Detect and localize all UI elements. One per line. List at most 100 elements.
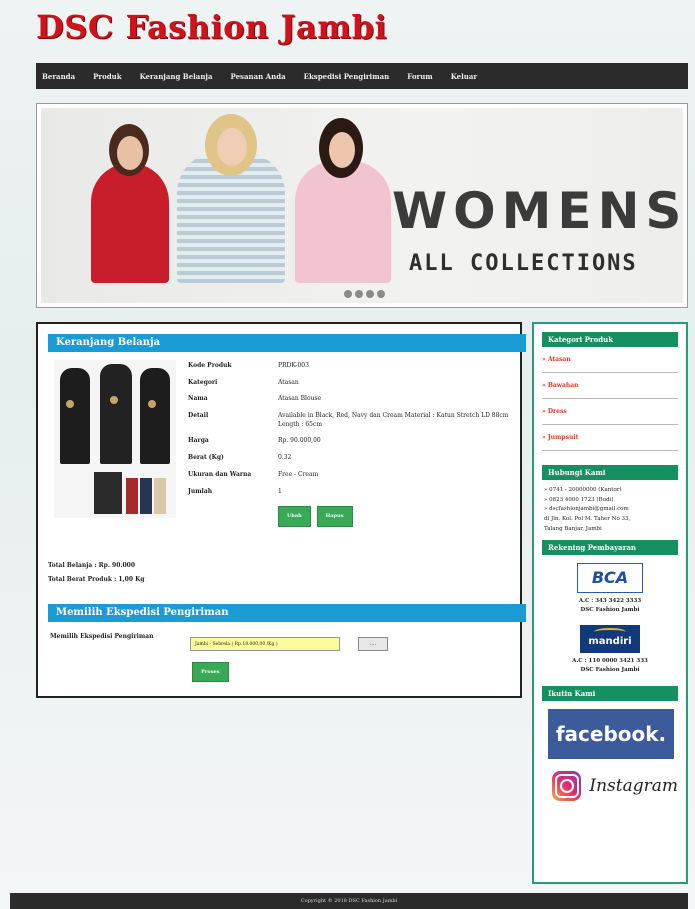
cart-weight-total: Total Berat Produk : 1,00 Kg bbox=[48, 576, 145, 583]
detail-value: Free - Cream bbox=[278, 470, 319, 478]
product-swatch-red bbox=[126, 478, 138, 514]
bca-account: A.C : 343 3422 3333 bbox=[578, 598, 642, 605]
banner-model-red bbox=[91, 163, 169, 283]
edit-button[interactable]: Ubah bbox=[278, 506, 311, 528]
nav-item-forum[interactable]: Forum bbox=[407, 72, 432, 81]
mandiri-logo: mandiri bbox=[580, 624, 640, 653]
nav-item-keluar[interactable]: Keluar bbox=[451, 72, 477, 81]
main-nav: Beranda Produk Keranjang Belanja Pesanan… bbox=[36, 63, 688, 89]
product-pattern bbox=[148, 400, 156, 408]
detail-value: 0.32 bbox=[278, 454, 292, 462]
mandiri-account-name: DSC Fashion Jambi bbox=[580, 666, 640, 673]
banner-model-pink-face bbox=[329, 132, 355, 168]
detail-value: Atasan bbox=[278, 378, 299, 386]
shipping-field-label: Memilih Ekspedisi Pengiriman bbox=[50, 633, 154, 640]
category-atasan[interactable]: » Atasan bbox=[542, 347, 678, 373]
category-bawahan[interactable]: » Bawahan bbox=[542, 373, 678, 399]
instagram-link[interactable]: Instagram bbox=[552, 769, 678, 803]
banner-headline: WOMENS bbox=[392, 182, 688, 240]
cart-actions: Ubah Hapus bbox=[188, 506, 518, 528]
detail-label: Detail bbox=[188, 412, 209, 420]
detail-label: Harga bbox=[188, 437, 209, 445]
detail-value: Atasan Blouse bbox=[278, 395, 322, 403]
product-figure-2 bbox=[100, 364, 132, 464]
shipping-browse-button[interactable]: .... bbox=[358, 637, 388, 651]
detail-label: Ukuran dan Warna bbox=[188, 470, 252, 478]
site-logo[interactable]: DSC Fashion Jambi bbox=[36, 8, 387, 46]
product-swatch-navy bbox=[140, 478, 152, 514]
bank-bca: BCA A.C : 343 3422 3333 DSC Fashion Jamb… bbox=[534, 563, 686, 615]
detail-label: Jumlah bbox=[188, 487, 213, 495]
banner-model-pink bbox=[295, 161, 391, 283]
nav-item-produk[interactable]: Produk bbox=[93, 72, 121, 81]
detail-row: Detail Available in Black, Red, Navy dan … bbox=[188, 412, 518, 429]
detail-row: Harga Rp. 90.000,00 bbox=[188, 437, 518, 446]
follow-title: Ikutin Kami bbox=[542, 686, 678, 702]
detail-label: Kategori bbox=[188, 378, 218, 386]
slider-dot-4[interactable] bbox=[377, 290, 385, 298]
product-swatch-black bbox=[94, 472, 122, 514]
cart-total: Total Belanja : Rp. 90.000 bbox=[48, 562, 135, 569]
contact-info: » 0741 - 20000000 (Kantor) » 0823 4000 1… bbox=[544, 486, 676, 534]
payment-title: Rekening Pembayaran bbox=[542, 540, 678, 556]
detail-row: Jumlah 1 bbox=[188, 488, 518, 497]
detail-label: Berat (Kg) bbox=[188, 454, 224, 462]
category-title: Kategori Produk bbox=[542, 332, 678, 347]
product-image bbox=[54, 360, 176, 518]
detail-value: 1 bbox=[278, 487, 282, 495]
product-figure-3 bbox=[140, 368, 170, 464]
detail-row: Berat (Kg) 0.32 bbox=[188, 454, 518, 463]
contact-mobile: » 0823 4000 1723 (Budi) bbox=[544, 496, 614, 503]
cart-panel: Keranjang Belanja Kode Produk PRDK-003 Ka… bbox=[36, 322, 526, 698]
nav-item-pesanan[interactable]: Pesanan Anda bbox=[231, 72, 286, 81]
facebook-link[interactable]: facebook. bbox=[548, 709, 674, 760]
footer: Copyright © 2018 DSC Fashion Jambi bbox=[10, 893, 688, 909]
cart-title: Keranjang Belanja bbox=[48, 334, 526, 352]
detail-label: Kode Produk bbox=[188, 362, 232, 369]
detail-row: Ukuran dan Warna Free - Cream bbox=[188, 471, 518, 480]
contact-title: Hubungi Kami bbox=[542, 465, 678, 480]
detail-row: Kategori Atasan bbox=[188, 379, 518, 388]
detail-value: Available in Black, Red, Navy dan Cream … bbox=[278, 412, 509, 428]
product-pattern bbox=[110, 396, 118, 404]
contact-address-1: di Jln. Kol. Pol M. Taher No 33, bbox=[544, 515, 631, 522]
slider-dot-2[interactable] bbox=[355, 290, 363, 298]
shipping-title: Memilih Ekspedisi Pengiriman bbox=[48, 604, 526, 622]
bca-account-name: DSC Fashion Jambi bbox=[580, 606, 640, 613]
sidebar: Kategori Produk » Atasan » Bawahan » Dre… bbox=[532, 322, 688, 884]
slider-dots[interactable] bbox=[344, 290, 385, 298]
nav-item-beranda[interactable]: Beranda bbox=[42, 72, 75, 81]
instagram-icon bbox=[552, 771, 582, 802]
detail-row: Nama Atasan Blouse bbox=[188, 395, 518, 404]
product-swatch-cream bbox=[154, 478, 166, 514]
nav-item-keranjang[interactable]: Keranjang Belanja bbox=[140, 72, 213, 81]
contact-office-phone: » 0741 - 20000000 (Kantor) bbox=[544, 487, 622, 493]
contact-address-2: Talang Banjar, Jambi bbox=[544, 525, 602, 532]
detail-value: Rp. 90.000,00 bbox=[278, 437, 321, 445]
bca-logo: BCA bbox=[577, 563, 643, 594]
shipping-select[interactable]: Jambi - Sebrela ( Rp.18.000,00 /Kg ) bbox=[190, 637, 340, 651]
delete-button[interactable]: Hapus bbox=[316, 506, 353, 528]
nav-item-ekspedisi[interactable]: Ekspedisi Pengiriman bbox=[304, 72, 390, 81]
product-pattern bbox=[66, 400, 74, 408]
category-jumpsuit[interactable]: » Jumpsuit bbox=[542, 425, 678, 451]
banner-slider[interactable]: WOMENS ALL COLLECTIONS bbox=[36, 103, 688, 308]
banner-model-red-face bbox=[117, 136, 143, 170]
instagram-label: Instagram bbox=[589, 776, 678, 797]
process-button[interactable]: Proses bbox=[192, 662, 229, 682]
detail-value: PRDK-003 bbox=[278, 362, 309, 369]
bank-mandiri: mandiri A.C : 110 0000 3421 333 DSC Fash… bbox=[534, 624, 686, 675]
product-detail-table: Kode Produk PRDK-003 Kategori Atasan Nama A… bbox=[188, 362, 518, 535]
banner-subline: ALL COLLECTIONS bbox=[409, 251, 638, 276]
slider-dot-3[interactable] bbox=[366, 290, 374, 298]
mandiri-wave-icon bbox=[594, 627, 626, 636]
slider-dot-1[interactable] bbox=[344, 290, 352, 298]
mandiri-logo-text: mandiri bbox=[588, 635, 632, 647]
contact-email[interactable]: » dscfashionjambi@gmail.com bbox=[544, 505, 676, 515]
mandiri-account: A.C : 110 0000 3421 333 bbox=[572, 657, 648, 664]
banner-model-plaid-face bbox=[217, 128, 247, 166]
product-figure-1 bbox=[60, 368, 90, 464]
detail-label: Nama bbox=[188, 395, 208, 403]
category-dress[interactable]: » Dress bbox=[542, 399, 678, 425]
detail-row: Kode Produk PRDK-003 bbox=[188, 362, 518, 371]
